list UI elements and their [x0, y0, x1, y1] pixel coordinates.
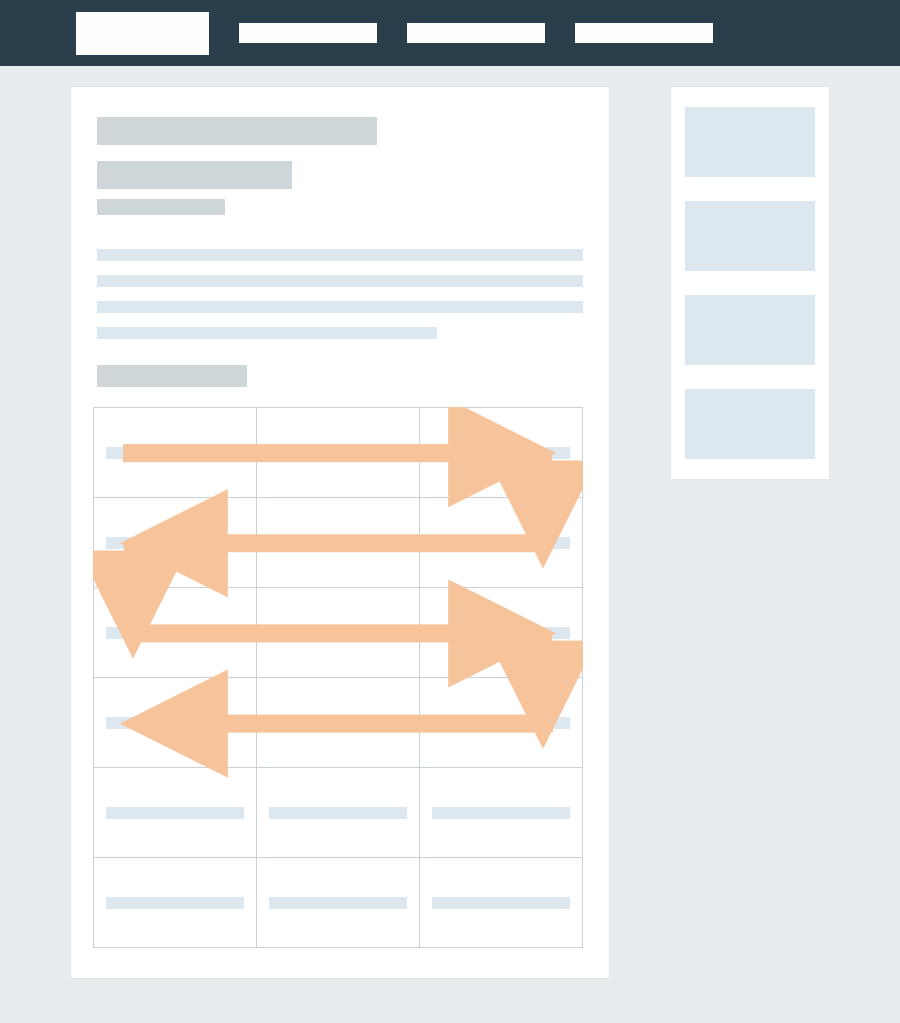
section-heading-placeholder: [97, 365, 247, 387]
grid-table: [93, 407, 583, 948]
sidebar: [670, 86, 830, 480]
nav-item-2[interactable]: [407, 23, 545, 43]
paragraph-line: [97, 327, 437, 339]
cell-placeholder: [106, 537, 244, 549]
paragraph-line: [97, 249, 583, 261]
cell-placeholder: [432, 447, 570, 459]
cell-placeholder: [269, 537, 407, 549]
table-row: [94, 678, 583, 768]
table-row: [94, 858, 583, 948]
cell-placeholder: [432, 807, 570, 819]
cell-placeholder: [432, 537, 570, 549]
table-row: [94, 768, 583, 858]
cell-placeholder: [269, 627, 407, 639]
cell-placeholder: [106, 447, 244, 459]
sidebar-block[interactable]: [685, 107, 815, 177]
meta-placeholder: [97, 199, 225, 215]
cell-placeholder: [269, 447, 407, 459]
cell-placeholder: [432, 897, 570, 909]
logo-placeholder[interactable]: [76, 12, 209, 55]
subtitle-placeholder: [97, 161, 292, 189]
page-body: [0, 66, 900, 979]
cell-placeholder: [269, 897, 407, 909]
nav-item-3[interactable]: [575, 23, 713, 43]
top-navbar: [0, 0, 900, 66]
paragraph-line: [97, 275, 583, 287]
sidebar-block[interactable]: [685, 389, 815, 459]
cell-placeholder: [106, 807, 244, 819]
sidebar-block[interactable]: [685, 295, 815, 365]
title-placeholder: [97, 117, 377, 145]
cell-placeholder: [269, 717, 407, 729]
main-content-card: [70, 86, 610, 979]
cell-placeholder: [106, 897, 244, 909]
cell-placeholder: [432, 717, 570, 729]
cell-placeholder: [106, 717, 244, 729]
table-row: [94, 408, 583, 498]
cell-placeholder: [269, 807, 407, 819]
cell-placeholder: [106, 627, 244, 639]
nav-item-1[interactable]: [239, 23, 377, 43]
table-row: [94, 588, 583, 678]
table-row: [94, 498, 583, 588]
sidebar-block[interactable]: [685, 201, 815, 271]
cell-placeholder: [432, 627, 570, 639]
paragraph-line: [97, 301, 583, 313]
reading-order-table: [93, 407, 583, 948]
